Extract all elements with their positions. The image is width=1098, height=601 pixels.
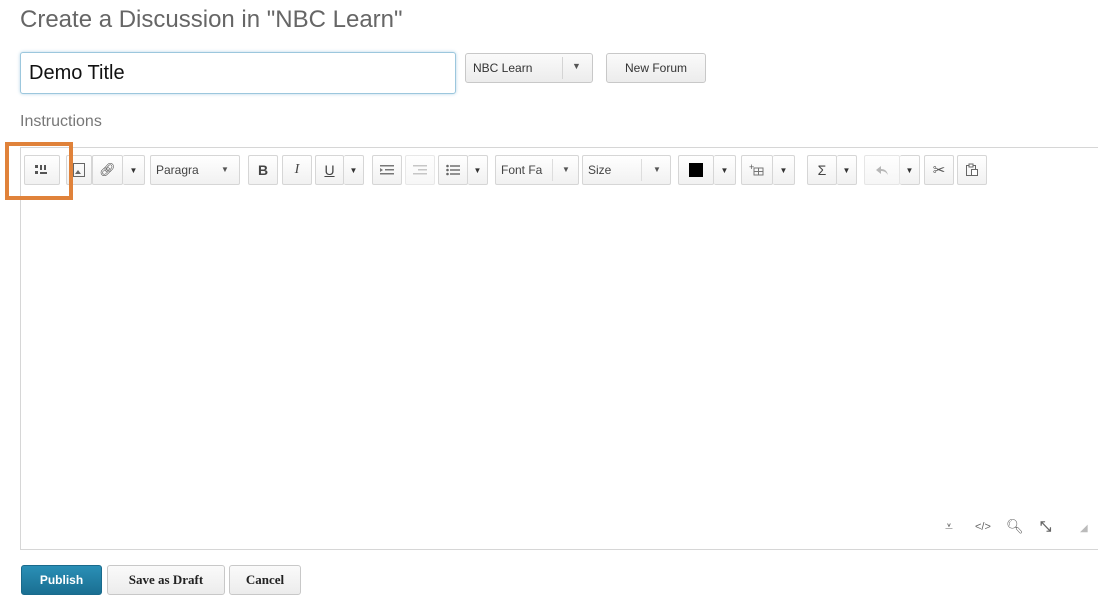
size-label: Size	[588, 163, 612, 177]
chevron-down-icon: ▼	[842, 165, 851, 175]
fullscreen-icon[interactable]: ⤡	[1040, 518, 1051, 535]
insert-link-button[interactable]: 🔗︎	[92, 155, 123, 185]
undo-dropdown[interactable]: ▼	[900, 155, 920, 185]
preview-icon[interactable]: 🔍︎	[1006, 518, 1024, 535]
source-code-icon[interactable]: </>	[975, 521, 991, 533]
text-color-button[interactable]	[678, 155, 714, 185]
title-input[interactable]	[20, 52, 456, 94]
text-color-icon	[689, 163, 703, 177]
chevron-down-icon: ▼	[221, 165, 229, 174]
equation-icon: Σ	[817, 162, 827, 178]
cut-button[interactable]: ✂	[924, 155, 954, 185]
paste-icon	[966, 163, 978, 176]
highlight-box	[5, 142, 73, 200]
undo-icon	[876, 166, 888, 175]
chevron-down-icon: ▼	[905, 165, 914, 175]
save-as-draft-button[interactable]: Save as Draft	[107, 565, 225, 595]
forum-select-value: NBC Learn	[473, 61, 533, 75]
insert-table-button[interactable]: +	[741, 155, 773, 185]
link-dropdown[interactable]: ▼	[123, 155, 145, 185]
text-color-dropdown[interactable]: ▼	[714, 155, 736, 185]
font-family-label: Font Fa	[501, 163, 543, 177]
paste-button[interactable]	[957, 155, 987, 185]
size-select[interactable]: Size ▼	[582, 155, 671, 185]
outdent-button[interactable]	[405, 155, 435, 185]
undo-button[interactable]	[864, 155, 900, 185]
equation-button[interactable]: Σ	[807, 155, 837, 185]
chevron-down-icon: ▼	[562, 165, 570, 174]
chevron-down-icon: ▼	[129, 165, 138, 175]
underline-button[interactable]: U	[315, 155, 344, 185]
spellcheck-icon[interactable]: ⩡	[945, 518, 953, 535]
rich-text-editor[interactable]	[20, 147, 1098, 550]
forum-select[interactable]: NBC Learn ▼	[465, 53, 593, 83]
new-forum-button[interactable]: New Forum	[606, 53, 706, 83]
insert-image-icon	[73, 163, 85, 177]
indent-icon	[380, 165, 394, 175]
insert-table-icon: +	[749, 163, 764, 176]
list-dropdown[interactable]: ▼	[468, 155, 488, 185]
bullet-list-icon	[446, 164, 460, 176]
svg-text:+: +	[749, 163, 754, 172]
font-family-select[interactable]: Font Fa ▼	[495, 155, 579, 185]
equation-dropdown[interactable]: ▼	[837, 155, 857, 185]
insert-link-icon: 🔗︎	[99, 162, 116, 177]
resize-handle-icon[interactable]: ◢	[1080, 523, 1088, 534]
cancel-button[interactable]: Cancel	[229, 565, 301, 595]
publish-button[interactable]: Publish	[21, 565, 102, 595]
paragraph-label: Paragra	[156, 163, 199, 177]
chevron-down-icon: ▼	[572, 61, 581, 71]
chevron-down-icon: ▼	[473, 165, 482, 175]
bullet-list-button[interactable]	[438, 155, 468, 185]
bold-button[interactable]: B	[248, 155, 278, 185]
chevron-down-icon: ▼	[349, 165, 358, 175]
paragraph-select[interactable]: Paragra ▼	[150, 155, 240, 185]
instructions-label: Instructions	[20, 113, 102, 130]
chevron-down-icon: ▼	[779, 165, 788, 175]
chevron-down-icon: ▼	[720, 165, 729, 175]
indent-button[interactable]	[372, 155, 402, 185]
page-title: Create a Discussion in "NBC Learn"	[20, 6, 403, 33]
italic-button[interactable]: I	[282, 155, 312, 185]
cut-icon: ✂	[932, 162, 946, 179]
table-dropdown[interactable]: ▼	[773, 155, 795, 185]
underline-dropdown[interactable]: ▼	[344, 155, 364, 185]
outdent-icon	[413, 165, 427, 175]
chevron-down-icon: ▼	[653, 165, 661, 174]
